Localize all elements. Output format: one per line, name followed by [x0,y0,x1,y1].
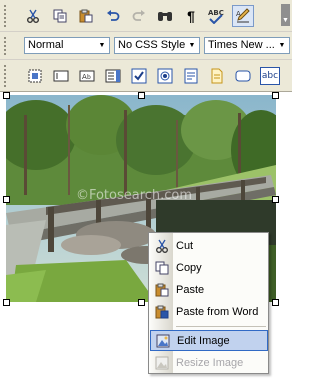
menu-separator [176,326,266,327]
css-style-value: No CSS Style [118,39,186,51]
paragraph-icon[interactable]: ¶ [181,6,201,26]
resize-handle-left[interactable] [3,196,10,203]
toolbar-overflow-button[interactable]: ▼ [281,4,290,26]
resize-handle-bottom[interactable] [138,299,145,306]
chevron-down-icon[interactable]: ▼ [186,39,198,52]
paste-word-icon [150,301,174,322]
div-icon[interactable] [26,67,44,85]
menu-item-label: Cut [176,239,194,252]
button-icon[interactable] [234,67,252,85]
chevron-down-icon[interactable]: ▼ [276,39,288,52]
undo-icon[interactable] [103,6,123,26]
photo-watermark: ©Fotosearch.com [76,188,192,203]
form-icon[interactable] [182,67,200,85]
paragraph-style-value: Normal [28,39,64,51]
menu-item-edit-image[interactable]: Edit Image [150,330,268,351]
label-icon[interactable]: Ab [78,67,96,85]
toolbar-row-format: Normal ▼ No CSS Style ▼ Times New ... ▼ [0,32,292,60]
menu-item-cut[interactable]: Cut [150,235,268,256]
resize-handle-top-left[interactable] [3,92,10,99]
textbox-icon[interactable] [52,67,70,85]
paste-icon [150,279,174,300]
font-name-select[interactable]: Times New ... ▼ [204,37,290,54]
resize-handle-right[interactable] [272,196,279,203]
menu-item-label: Paste [176,283,205,296]
menu-item-label: Edit Image [177,334,230,347]
resize-handle-top[interactable] [138,92,145,99]
copy-icon[interactable] [50,6,70,26]
cut-icon [150,235,174,256]
text-field-icon[interactable]: abc [260,67,280,85]
font-name-value: Times New ... [208,39,275,51]
find-icon[interactable] [155,6,175,26]
menu-item-label: Copy [176,261,202,274]
menu-item-paste-from-word[interactable]: Paste from Word [150,301,268,322]
resize-handle-bottom-left[interactable] [3,299,10,306]
toolbar-grip[interactable] [3,4,7,27]
svg-text:A: A [236,10,241,18]
spellcheck-icon[interactable]: ABC [206,6,226,26]
menu-item-paste[interactable]: Paste [150,279,268,300]
file-icon[interactable] [208,67,226,85]
css-style-select[interactable]: No CSS Style ▼ [114,37,200,54]
chevron-down-icon[interactable]: ▼ [96,39,108,52]
resize-image-icon [150,352,174,373]
menu-item-label: Resize Image [176,356,244,369]
paste-icon[interactable] [76,6,96,26]
redo-icon [129,6,149,26]
resize-handle-bottom-right[interactable] [272,299,279,306]
toolbar-row-edit: ¶ ABC A ▼ [0,0,292,32]
cut-icon[interactable] [23,6,43,26]
resize-handle-top-right[interactable] [272,92,279,99]
menu-item-copy[interactable]: Copy [150,257,268,278]
context-menu: Cut Copy Paste Paste from Word Edit Imag… [148,232,269,374]
checkbox-icon[interactable] [130,67,148,85]
toolbar-grip[interactable] [3,36,7,55]
toolbar-row-controls: Ab abc [0,60,292,92]
toolbar-grip[interactable] [3,64,7,87]
copy-icon [150,257,174,278]
menu-item-resize-image: Resize Image [150,352,268,373]
radio-icon[interactable] [156,67,174,85]
menu-item-label: Paste from Word [176,305,259,318]
paragraph-style-select[interactable]: Normal ▼ [24,37,110,54]
listbox-icon[interactable] [104,67,122,85]
edit-image-icon [151,330,175,351]
svg-text:b: b [87,74,91,81]
edit-icon[interactable]: A [232,5,254,27]
editor-toolbars: ¶ ABC A ▼ Normal ▼ No CSS Style ▼ Times … [0,0,292,92]
